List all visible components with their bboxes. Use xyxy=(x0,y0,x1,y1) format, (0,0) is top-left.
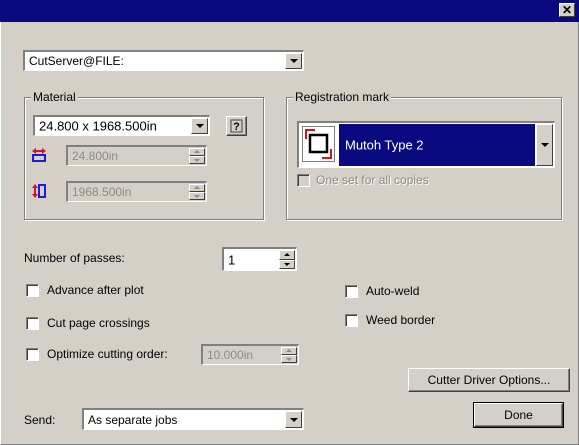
send-dropdown-button[interactable] xyxy=(285,411,302,428)
material-size-dropdown-button[interactable] xyxy=(191,118,208,134)
registration-mark-thumbnail xyxy=(302,126,335,162)
registration-mark-selection: Mutoh Type 2 xyxy=(339,124,535,166)
cutter-driver-options-label: Cutter Driver Options... xyxy=(427,373,551,387)
vertical-arrows-icon xyxy=(32,184,46,198)
spin-down-button[interactable] xyxy=(279,259,295,269)
spin-up-button xyxy=(189,184,205,192)
send-select-value: As separate jobs xyxy=(88,412,178,427)
done-label: Done xyxy=(504,408,533,422)
advance-after-plot-label: Advance after plot xyxy=(47,283,144,297)
title-bar xyxy=(0,0,579,22)
close-button[interactable]: ✕ xyxy=(559,3,575,17)
done-button[interactable]: Done xyxy=(473,402,564,428)
material-size-value: 24.800 x 1968.500in xyxy=(39,118,157,134)
material-width-field: 24.800in xyxy=(66,145,207,166)
cutter-driver-options-button[interactable]: Cutter Driver Options... xyxy=(408,368,570,392)
device-dropdown-button[interactable] xyxy=(285,53,302,69)
cut-page-crossings-checkbox[interactable] xyxy=(26,317,39,330)
optimize-cutting-checkbox[interactable] xyxy=(26,348,39,361)
registration-mark-icon xyxy=(305,129,332,159)
svg-text:?: ? xyxy=(233,121,240,133)
material-size-select[interactable]: 24.800 x 1968.500in xyxy=(33,115,210,136)
auto-weld-label: Auto-weld xyxy=(366,284,420,298)
device-select[interactable]: CutServer@FILE: xyxy=(23,50,304,71)
cut-page-crossings-label: Cut page crossings xyxy=(47,316,150,330)
question-mark-icon: ? xyxy=(230,119,243,133)
material-height-spinner xyxy=(189,184,205,200)
optimize-cutting-label: Optimize cutting order: xyxy=(47,347,168,361)
material-width-value: 24.800in xyxy=(72,149,119,163)
passes-value: 1 xyxy=(228,252,236,267)
spin-up-button xyxy=(189,148,205,156)
material-height-field: 1968.500in xyxy=(66,181,207,202)
spin-down-button xyxy=(281,355,297,363)
passes-field[interactable]: 1 xyxy=(222,247,297,271)
optimize-distance-field: 10.000in xyxy=(201,344,299,365)
spin-down-button xyxy=(189,156,205,164)
spin-up-button[interactable] xyxy=(279,250,295,260)
advance-after-plot-checkbox[interactable] xyxy=(26,284,39,297)
one-set-checkbox xyxy=(297,174,310,187)
passes-spinner[interactable] xyxy=(279,250,295,269)
registration-group-label: Registration mark xyxy=(293,90,392,104)
material-group-label: Material xyxy=(31,90,78,104)
close-icon: ✕ xyxy=(561,3,573,17)
spin-down-button xyxy=(189,192,205,200)
optimize-distance-spinner xyxy=(281,347,297,363)
registration-mark-value: Mutoh Type 2 xyxy=(345,137,424,153)
spin-up-button xyxy=(281,347,297,355)
one-set-label: One set for all copies xyxy=(316,173,429,187)
optimize-distance-value: 10.000in xyxy=(207,348,254,362)
horizontal-arrows-icon xyxy=(32,148,46,162)
send-select[interactable]: As separate jobs xyxy=(82,408,304,430)
device-select-value: CutServer@FILE: xyxy=(29,54,124,68)
registration-dropdown-button[interactable] xyxy=(536,124,553,166)
material-width-spinner xyxy=(189,148,205,164)
material-height-value: 1968.500in xyxy=(72,185,132,199)
material-help-button[interactable]: ? xyxy=(226,116,247,136)
weed-border-label: Weed border xyxy=(366,313,436,327)
weed-border-checkbox[interactable] xyxy=(345,314,358,327)
send-label: Send: xyxy=(24,413,56,427)
registration-mark-select[interactable]: Mutoh Type 2 xyxy=(297,121,555,168)
passes-label: Number of passes: xyxy=(24,251,125,265)
auto-weld-checkbox[interactable] xyxy=(345,285,358,298)
